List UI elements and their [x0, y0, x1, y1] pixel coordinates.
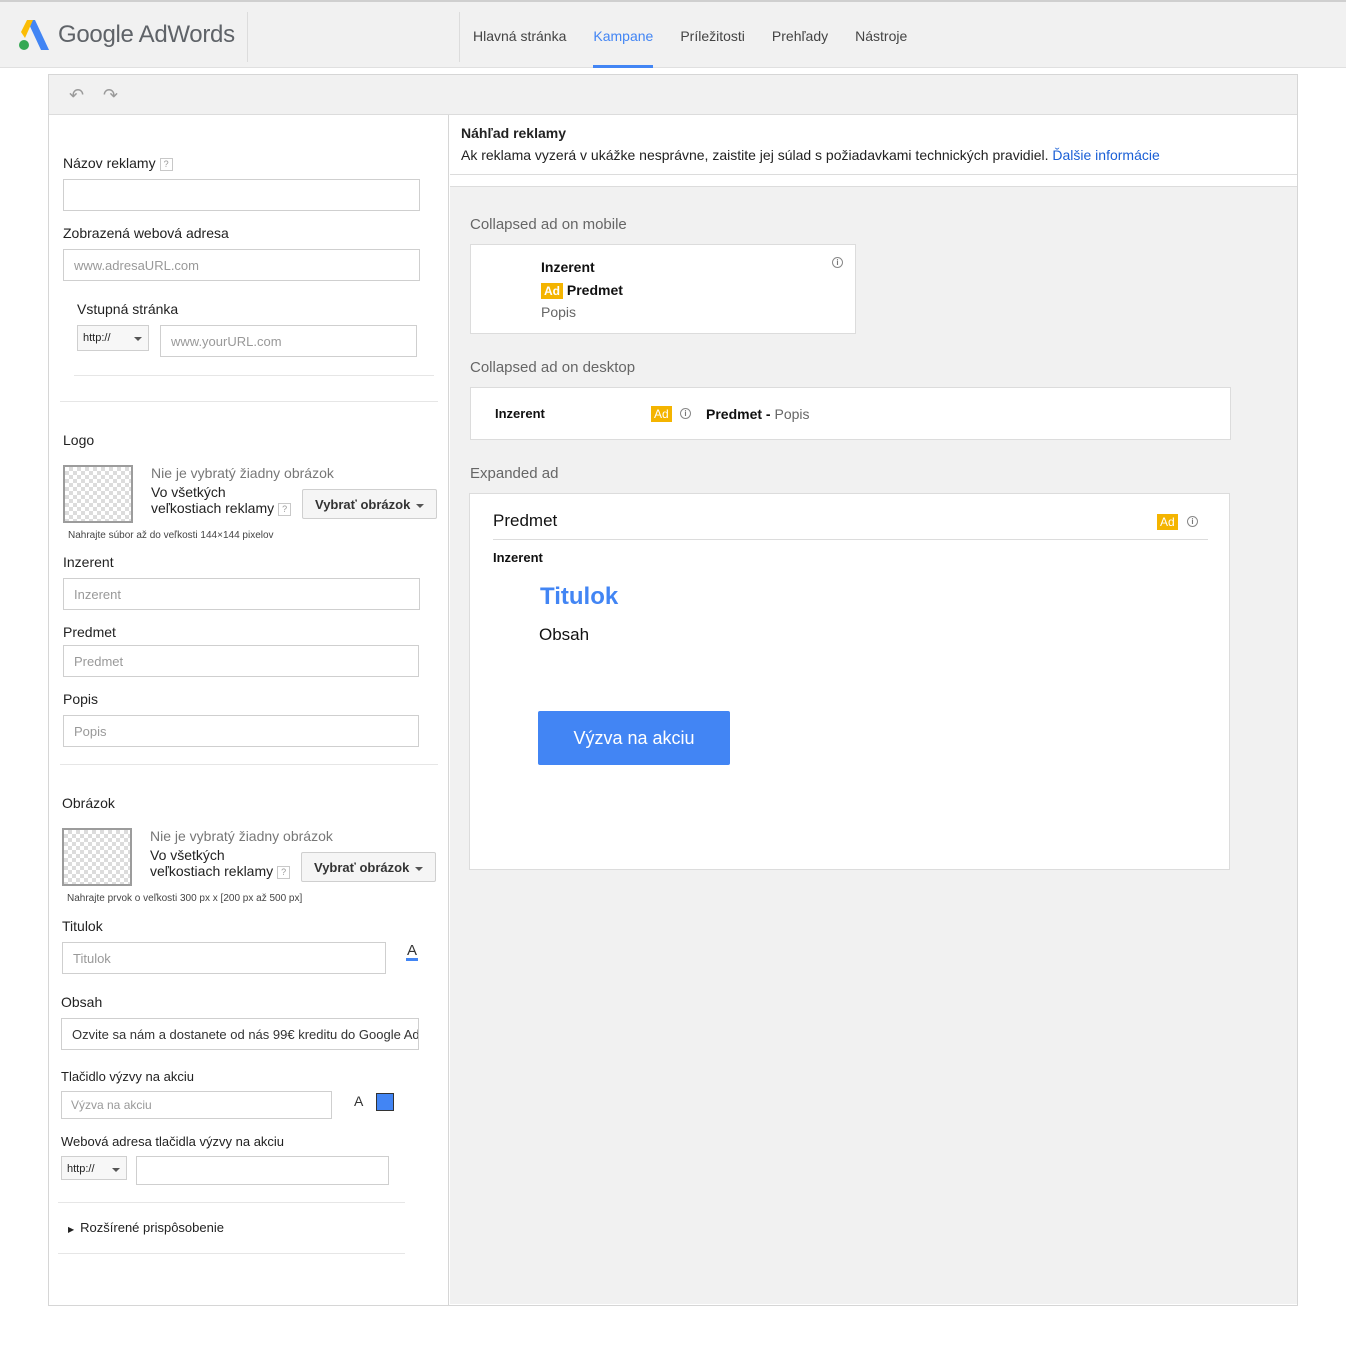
divider — [247, 12, 248, 62]
desktop-collapsed-ad: Inzerent Ad i Predmet - Popis — [470, 387, 1231, 440]
display-url-input[interactable]: www.adresaURL.com — [63, 249, 420, 281]
title-text-color-icon[interactable]: A — [406, 943, 419, 961]
chevron-down-icon — [416, 503, 425, 508]
image-no-image-text: Nie je vybratý žiadny obrázok — [150, 828, 333, 844]
advertiser-input[interactable]: Inzerent — [63, 578, 420, 610]
expanded-body: Obsah — [539, 625, 590, 644]
chevron-down-icon — [415, 866, 424, 871]
undo-icon[interactable]: ↶ — [69, 85, 84, 106]
cta-url-label: Webová adresa tlačidla výzvy na akciu — [61, 1134, 285, 1149]
mobile-collapsed-ad: Inzerent Ad Predmet Popis i — [470, 244, 856, 334]
expanded-advertiser: Inzerent — [493, 550, 543, 565]
divider — [493, 539, 1208, 540]
ad-badge: Ad — [541, 283, 563, 299]
ad-badge: Ad — [651, 406, 672, 422]
advanced-customization-toggle[interactable]: ▶ Rozšírené prispôsobenie — [68, 1220, 224, 1235]
editor-toolbar: ↶ ↷ — [49, 75, 1297, 115]
chevron-down-icon — [112, 1168, 120, 1172]
column-divider — [448, 115, 449, 1305]
divider — [60, 401, 438, 402]
desktop-subject-row: Predmet - Popis — [706, 406, 810, 422]
nav-reports[interactable]: Prehľady — [772, 2, 828, 68]
mobile-advertiser: Inzerent — [541, 259, 595, 275]
title-label: Titulok — [62, 918, 103, 934]
cta-url-input[interactable] — [136, 1156, 389, 1185]
more-info-link[interactable]: Ďalšie informácie — [1052, 147, 1159, 163]
cta-input[interactable]: Výzva na akciu — [61, 1091, 332, 1119]
help-icon[interactable]: ? — [278, 502, 292, 516]
info-icon[interactable]: i — [832, 257, 843, 268]
landing-page-label: Vstupná stránka — [77, 301, 179, 317]
chevron-down-icon — [134, 337, 142, 341]
nav-campaigns[interactable]: Kampane — [593, 2, 654, 68]
desktop-preview-title: Collapsed ad on desktop — [470, 359, 636, 376]
redo-icon[interactable]: ↷ — [103, 85, 118, 106]
logo-sizes-text: Vo všetkých veľkostiach reklamy? — [151, 484, 292, 516]
preview-title: Náhľad reklamy — [461, 125, 566, 141]
divider — [58, 1253, 405, 1254]
image-label: Obrázok — [62, 795, 115, 811]
expanded-subject: Predmet — [493, 511, 558, 530]
expanded-preview-title: Expanded ad — [470, 465, 559, 482]
preview-notice: Ak reklama vyzerá v ukážke nesprávne, za… — [461, 147, 1160, 163]
mobile-preview-title: Collapsed ad on mobile — [470, 216, 627, 233]
info-icon[interactable]: i — [1187, 516, 1198, 527]
expanded-headline: Titulok — [540, 583, 619, 610]
landing-url-input[interactable]: www.yourURL.com — [160, 325, 417, 357]
subject-label: Predmet — [63, 624, 116, 640]
divider — [58, 1202, 405, 1203]
adwords-logo-icon — [19, 20, 49, 50]
advertiser-label: Inzerent — [63, 554, 114, 570]
logo-thumbnail — [63, 465, 133, 523]
cta-protocol-select[interactable]: http:// — [61, 1156, 127, 1180]
image-sizes-text: Vo všetkých veľkostiach reklamy? — [150, 847, 291, 879]
subject-input[interactable]: Predmet — [63, 645, 419, 677]
brand-name: Google AdWords — [58, 21, 235, 48]
choose-image-button[interactable]: Vybrať obrázok — [301, 852, 437, 882]
expanded-ad: Predmet Ad i Inzerent Titulok Obsah Výzv… — [469, 493, 1230, 870]
choose-logo-button[interactable]: Vybrať obrázok — [302, 489, 438, 519]
top-bar: Google AdWords Hlavná stránka Kampane Pr… — [0, 0, 1346, 68]
help-icon[interactable]: ? — [277, 865, 291, 879]
logo-hint: Nahrajte súbor až do veľkosti 144×144 pi… — [68, 530, 274, 541]
preview-header: Náhľad reklamy Ak reklama vyzerá v ukážk… — [450, 115, 1297, 175]
cta-button-color-swatch[interactable] — [376, 1093, 394, 1111]
desktop-advertiser: Inzerent — [495, 406, 545, 421]
preview-area: Collapsed ad on mobile Inzerent Ad Predm… — [450, 186, 1297, 1304]
image-hint: Nahrajte prvok o veľkosti 300 px x [200 … — [67, 893, 303, 904]
main-nav: Hlavná stránka Kampane Príležitosti Preh… — [473, 2, 934, 68]
title-input[interactable]: Titulok — [62, 942, 386, 974]
nav-opportunities[interactable]: Príležitosti — [680, 2, 745, 68]
cta-button[interactable]: Výzva na akciu — [538, 711, 730, 765]
help-icon[interactable]: ? — [159, 157, 173, 171]
nav-home[interactable]: Hlavná stránka — [473, 2, 566, 68]
cta-label: Tlačidlo výzvy na akciu — [61, 1069, 194, 1084]
description-label: Popis — [63, 691, 99, 707]
landing-protocol-select[interactable]: http:// — [77, 325, 149, 351]
ad-badge: Ad — [1157, 514, 1178, 530]
logo-label: Logo — [63, 432, 95, 448]
ad-name-input[interactable] — [63, 179, 420, 211]
image-thumbnail — [62, 828, 132, 886]
mobile-subject-row: Ad Predmet — [541, 282, 623, 299]
content-input[interactable]: Ozvite sa nám a dostanete od nás 99€ kre… — [61, 1018, 419, 1050]
triangle-right-icon: ▶ — [68, 1225, 75, 1234]
mobile-description: Popis — [541, 304, 577, 320]
content-label: Obsah — [61, 994, 103, 1010]
nav-tools[interactable]: Nástroje — [855, 2, 907, 68]
description-input[interactable]: Popis — [63, 715, 419, 747]
cta-text-color-icon[interactable]: A — [354, 1093, 363, 1109]
divider — [74, 375, 434, 376]
divider — [459, 12, 460, 62]
ad-name-label: Názov reklamy? — [63, 155, 173, 171]
display-url-label: Zobrazená webová adresa — [63, 225, 229, 241]
info-icon[interactable]: i — [680, 408, 691, 419]
logo-no-image-text: Nie je vybratý žiadny obrázok — [151, 465, 334, 481]
divider — [60, 764, 438, 765]
